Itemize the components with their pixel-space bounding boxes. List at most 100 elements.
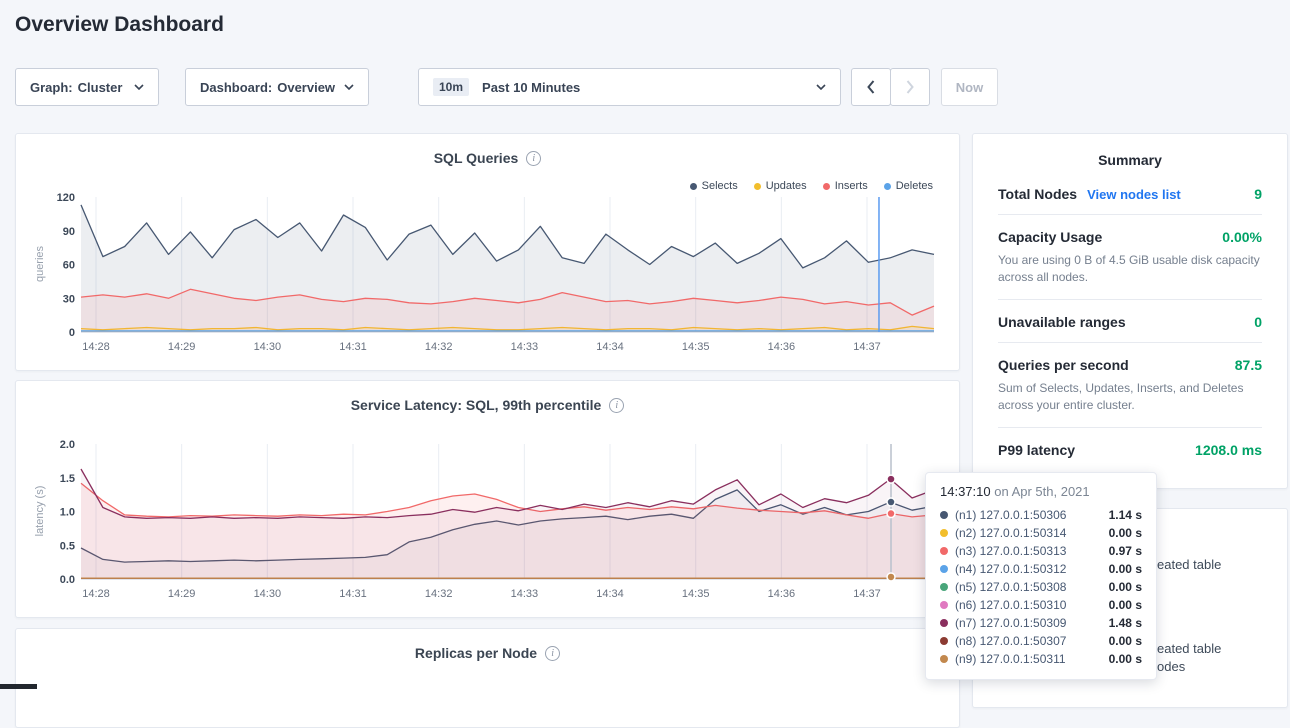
svg-text:2.0: 2.0 — [60, 439, 75, 451]
dashboard-dropdown-label: Dashboard: — [200, 80, 272, 95]
summary-row-top: P99 latency1208.0 ms — [998, 442, 1262, 458]
summary-row-value: 0.00% — [1222, 229, 1262, 245]
sql-queries-card: SQL Queries SelectsUpdatesInsertsDeletes… — [15, 133, 960, 371]
svg-text:14:36: 14:36 — [768, 341, 796, 353]
graph-dropdown-value: Cluster — [78, 80, 123, 95]
chevron-down-icon — [344, 84, 354, 90]
tooltip-node-value: 0.00 s — [1109, 580, 1142, 594]
summary-row: Unavailable ranges 0 — [998, 299, 1262, 342]
svg-text:14:35: 14:35 — [682, 341, 710, 353]
tooltip-node-value: 0.00 s — [1109, 562, 1142, 576]
tooltip-node-address: (n8) 127.0.0.1:50307 — [955, 634, 1066, 648]
tooltip-row: (n5) 127.0.0.1:50308 0.00 s — [940, 578, 1142, 596]
svg-text:14:28: 14:28 — [82, 341, 110, 353]
tooltip-row: (n1) 127.0.0.1:503061.14 s — [940, 506, 1142, 524]
svg-text:14:33: 14:33 — [511, 341, 539, 353]
info-icon[interactable] — [609, 398, 624, 413]
chevron-left-icon — [867, 80, 875, 94]
tooltip-row: (n6) 127.0.0.1:50310 0.00 s — [940, 596, 1142, 614]
summary-row-top: Queries per second87.5 — [998, 357, 1262, 373]
chevron-down-icon — [134, 84, 144, 90]
tooltip-row: (n2) 127.0.0.1:503140.00 s — [940, 524, 1142, 542]
node-color-dot-icon — [940, 601, 948, 609]
tooltip-node-value: 0.00 s — [1109, 634, 1142, 648]
tooltip-time: 14:37:10 — [940, 484, 991, 499]
summary-row-value: 0 — [1254, 314, 1262, 330]
svg-text:14:30: 14:30 — [254, 588, 282, 600]
tooltip-row: (n9) 127.0.0.1:50311 0.00 s — [940, 650, 1142, 668]
tooltip-node-value: 0.00 s — [1109, 598, 1142, 612]
svg-text:14:29: 14:29 — [168, 588, 196, 600]
node-color-dot-icon — [940, 511, 948, 519]
tooltip-node-address: (n2) 127.0.0.1:50314 — [955, 526, 1066, 540]
tooltip-node-address: (n7) 127.0.0.1:50309 — [955, 616, 1066, 630]
tooltip-date: on Apr 5th, 2021 — [994, 484, 1089, 499]
tooltip-node-address: (n1) 127.0.0.1:50306 — [955, 508, 1066, 522]
now-button-label: Now — [956, 80, 983, 95]
svg-text:90: 90 — [63, 226, 75, 238]
svg-text:14:32: 14:32 — [425, 341, 453, 353]
sql-queries-chart-title: SQL Queries — [434, 150, 519, 166]
svg-text:1.5: 1.5 — [60, 473, 75, 485]
summary-row-top: Unavailable ranges 0 — [998, 314, 1262, 330]
summary-row-label: Capacity Usage — [998, 229, 1102, 245]
sql-queries-chart[interactable]: 14:2814:2914:3014:3114:3214:3314:3414:35… — [46, 189, 936, 369]
node-color-dot-icon — [940, 655, 948, 663]
dashboard-dropdown-value: Overview — [277, 80, 335, 95]
graph-dropdown[interactable]: Graph: Cluster — [15, 68, 159, 106]
svg-text:14:37: 14:37 — [853, 588, 881, 600]
dashboard-dropdown[interactable]: Dashboard: Overview — [185, 68, 369, 106]
tooltip-header: 14:37:10 on Apr 5th, 2021 — [940, 484, 1142, 499]
tooltip-node-value: 1.48 s — [1109, 616, 1142, 630]
service-latency-chart[interactable]: 14:2814:2914:3014:3114:3214:3314:3414:35… — [46, 436, 936, 616]
summary-row-label: Total Nodes — [998, 186, 1077, 202]
summary-row: P99 latency1208.0 ms — [998, 427, 1262, 470]
svg-text:14:30: 14:30 — [254, 341, 282, 353]
svg-text:14:33: 14:33 — [511, 588, 539, 600]
time-prev-button[interactable] — [851, 68, 891, 106]
summary-row: Total Nodes View nodes list 9 — [998, 172, 1262, 214]
info-icon[interactable] — [526, 151, 541, 166]
tooltip-rows: (n1) 127.0.0.1:503061.14 s(n2) 127.0.0.1… — [940, 506, 1142, 668]
tooltip-row: (n4) 127.0.0.1:50312 0.00 s — [940, 560, 1142, 578]
svg-text:0: 0 — [69, 327, 75, 339]
svg-text:0.5: 0.5 — [60, 540, 75, 552]
view-nodes-list-link[interactable]: View nodes list — [1087, 187, 1181, 202]
event-item-fragment: odes — [1157, 659, 1185, 674]
summary-row-description: You are using 0 B of 4.5 GiB usable disk… — [998, 252, 1262, 287]
node-color-dot-icon — [940, 565, 948, 573]
replicas-per-node-card: Replicas per Node — [15, 628, 960, 728]
summary-row-label: P99 latency — [998, 442, 1075, 458]
info-icon[interactable] — [545, 646, 560, 661]
summary-panel: Summary Total Nodes View nodes list 9 Capac… — [972, 133, 1288, 489]
node-color-dot-icon — [940, 619, 948, 627]
summary-title: Summary — [973, 134, 1287, 172]
summary-row: Queries per second87.5Sum of Selects, Up… — [998, 342, 1262, 427]
event-item-fragment: eated table — [1157, 557, 1221, 572]
tooltip-node-address: (n9) 127.0.0.1:50311 — [955, 652, 1066, 666]
summary-row-value: 9 — [1254, 186, 1262, 202]
tooltip-node-address: (n5) 127.0.0.1:50308 — [955, 580, 1066, 594]
summary-rows: Total Nodes View nodes list 9 Capacity Usag… — [973, 172, 1287, 470]
summary-row-top: Capacity Usage 0.00% — [998, 229, 1262, 245]
event-item-fragment: eated table — [1157, 641, 1221, 656]
svg-text:14:34: 14:34 — [596, 588, 624, 600]
summary-row-label: Unavailable ranges — [998, 314, 1126, 330]
svg-text:1.0: 1.0 — [60, 507, 75, 519]
svg-text:30: 30 — [63, 293, 75, 305]
svg-text:14:29: 14:29 — [168, 341, 196, 353]
tooltip-row: (n3) 127.0.0.1:503130.97 s — [940, 542, 1142, 560]
svg-text:14:35: 14:35 — [682, 588, 710, 600]
svg-text:14:37: 14:37 — [853, 341, 881, 353]
chart-hover-tooltip: 14:37:10 on Apr 5th, 2021 (n1) 127.0.0.1… — [925, 472, 1157, 680]
time-range-dropdown[interactable]: 10m Past 10 Minutes — [418, 68, 841, 106]
y-axis-label-queries: queries — [34, 204, 46, 324]
svg-text:14:31: 14:31 — [339, 341, 367, 353]
time-next-button[interactable] — [890, 68, 930, 106]
tooltip-node-address: (n6) 127.0.0.1:50310 — [955, 598, 1066, 612]
now-button[interactable]: Now — [941, 68, 998, 106]
tooltip-node-value: 0.00 s — [1109, 652, 1142, 666]
tooltip-node-address: (n4) 127.0.0.1:50312 — [955, 562, 1066, 576]
chevron-right-icon — [906, 80, 914, 94]
tooltip-node-value: 0.97 s — [1109, 544, 1142, 558]
